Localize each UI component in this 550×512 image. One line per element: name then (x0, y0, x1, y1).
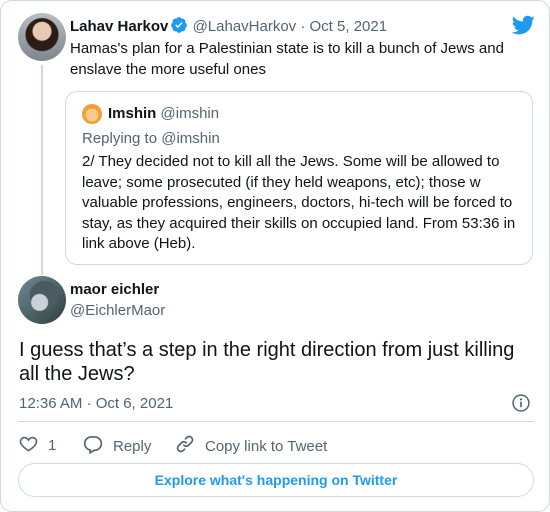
heart-icon (19, 434, 48, 457)
author-handle[interactable]: @EichlerMaor (70, 302, 165, 319)
tweet-timestamp[interactable]: 12:36 AM · Oct 6, 2021 (19, 395, 173, 412)
copy-link-label: Copy link to Tweet (205, 437, 328, 455)
reply-button[interactable]: Reply (83, 434, 151, 458)
explore-twitter-button[interactable]: Explore what's happening on Twitter (18, 463, 534, 497)
author-handle[interactable]: @imshin (161, 105, 220, 122)
like-count: 1 (48, 437, 57, 454)
link-icon (175, 434, 205, 458)
tweet-text: I guess that’s a step in the right direc… (19, 339, 515, 385)
copy-link-button[interactable]: Copy link to Tweet (175, 434, 327, 458)
tweet-text: 2/ They decided not to kill all the Jews… (82, 153, 516, 252)
divider (18, 421, 534, 422)
author-name[interactable]: Imshin (108, 105, 156, 122)
replying-to-label: Replying to @imshin (82, 130, 220, 147)
author-handle[interactable]: @LahavHarkov (193, 18, 297, 35)
separator-dot: · (300, 18, 306, 35)
verified-badge-icon (170, 16, 188, 40)
avatar[interactable] (18, 13, 66, 61)
like-button[interactable]: 1 (19, 434, 56, 457)
avatar[interactable] (82, 104, 102, 124)
reply-label: Reply (113, 437, 152, 455)
avatar[interactable] (18, 276, 66, 324)
tweet-date[interactable]: Oct 5, 2021 (310, 18, 388, 35)
quoted-tweet[interactable]: Imshin @imshin Replying to @imshin 2/ Th… (65, 91, 533, 265)
tweet-text: Hamas's plan for a Palestinian state is … (70, 40, 504, 78)
author-name[interactable]: Lahav Harkov (70, 18, 168, 35)
quoted-tweet-header: Imshin @imshin (108, 104, 219, 124)
tweet-embed-card: Lahav Harkov @LahavHarkov · Oct 5, 2021 … (0, 0, 550, 512)
author-name[interactable]: maor eichler (70, 281, 159, 298)
info-icon[interactable] (511, 393, 531, 418)
reply-icon (83, 434, 113, 458)
thread-connector-line (41, 65, 43, 275)
parent-tweet-header: Lahav Harkov @LahavHarkov · Oct 5, 2021 (70, 16, 387, 40)
